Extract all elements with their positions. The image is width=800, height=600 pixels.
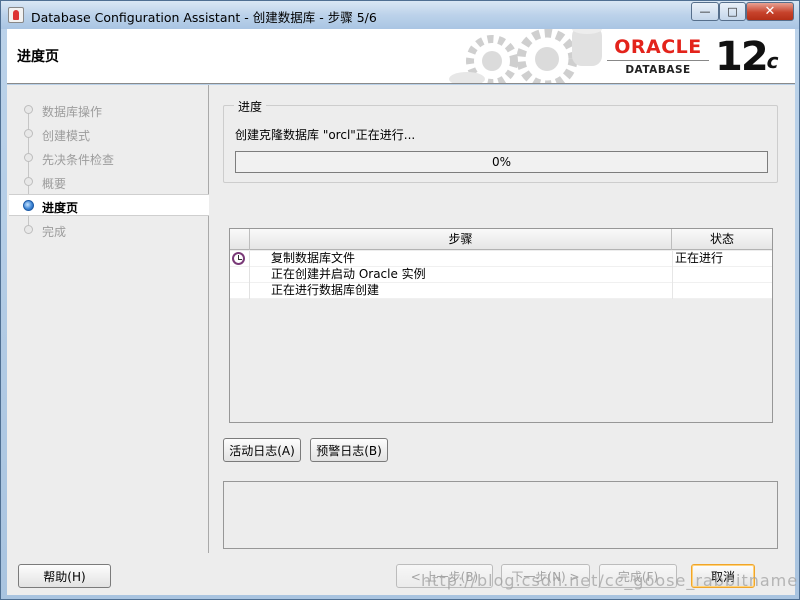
close-icon: ✕	[764, 4, 776, 19]
progress-percent: 0%	[491, 155, 512, 169]
version-suffix: c	[766, 49, 779, 73]
cancel-button[interactable]: 取消	[691, 564, 755, 588]
dbca-window: Database Configuration Assistant - 创建数据库…	[0, 0, 800, 600]
step-cell: 正在进行数据库创建	[271, 283, 380, 297]
table-row[interactable]: 正在进行数据库创建	[230, 283, 772, 299]
oracle-logo-subtext: DATABASE	[607, 60, 709, 76]
close-button[interactable]: ✕	[746, 2, 794, 21]
gears-decoration-icon	[449, 29, 602, 83]
main-content: 数据库操作 创建模式 先决条件检查 概要 进度页 完成 进度 创建克隆数据库 "…	[7, 85, 795, 595]
oracle-logo-text: ORACLE	[614, 36, 702, 58]
sidebar-item-finish[interactable]: 完成	[9, 219, 209, 241]
back-button[interactable]: < 上一步(B)	[396, 564, 493, 588]
row-icon-cell	[230, 283, 250, 299]
maximize-button[interactable]: □	[719, 2, 746, 21]
step-indicator-icon	[24, 225, 33, 234]
sidebar-item-summary[interactable]: 概要	[9, 171, 209, 193]
step-cell: 复制数据库文件	[271, 251, 356, 265]
oracle-logo: ORACLE DATABASE	[607, 37, 709, 76]
sidebar-item-prerequisite-checks[interactable]: 先决条件检查	[9, 147, 209, 169]
table-header: 步骤 状态	[230, 229, 772, 250]
clock-icon	[232, 252, 245, 265]
wizard-steps-sidebar: 数据库操作 创建模式 先决条件检查 概要 进度页 完成	[9, 85, 209, 553]
column-header-step[interactable]: 步骤	[250, 229, 672, 250]
version-badge: 12c	[715, 33, 779, 81]
sidebar-item-database-operation[interactable]: 数据库操作	[9, 99, 209, 121]
row-icon-cell	[230, 251, 250, 267]
sidebar-item-label: 创建模式	[42, 129, 91, 143]
table-row[interactable]: 复制数据库文件 正在进行	[230, 251, 772, 267]
sidebar-item-progress-page[interactable]: 进度页	[9, 194, 209, 216]
sidebar-item-label: 概要	[42, 177, 67, 191]
progress-bar: 0%	[235, 151, 768, 173]
step-indicator-icon	[24, 129, 33, 138]
title-bar[interactable]: Database Configuration Assistant - 创建数据库…	[1, 1, 799, 29]
sidebar-item-label: 数据库操作	[42, 105, 103, 119]
sidebar-item-label: 进度页	[42, 201, 79, 215]
step-indicator-icon	[24, 105, 33, 114]
minimize-button[interactable]: —	[691, 2, 719, 21]
status-cell: 正在进行	[672, 251, 772, 267]
progress-group: 进度 创建克隆数据库 "orcl"正在进行... 0%	[223, 98, 778, 183]
activity-log-button[interactable]: 活动日志(A)	[223, 438, 301, 462]
window-title: Database Configuration Assistant - 创建数据库…	[31, 10, 377, 25]
sidebar-item-label: 先决条件检查	[42, 153, 115, 167]
next-button[interactable]: 下一步(N) >	[501, 564, 590, 588]
page-title: 进度页	[17, 49, 59, 65]
maximize-icon: □	[727, 5, 738, 18]
table-row[interactable]: 正在创建并启动 Oracle 实例	[230, 267, 772, 283]
java-app-icon	[8, 7, 24, 23]
step-indicator-icon	[24, 177, 33, 186]
finish-button[interactable]: 完成(F)	[599, 564, 677, 588]
steps-table: 步骤 状态 复制数据库文件 正在进行 正在创建并启动 Oracle 实例 正在进…	[229, 228, 773, 423]
minimize-icon: —	[699, 5, 711, 18]
sidebar-item-label: 完成	[42, 225, 67, 239]
alert-log-button[interactable]: 预警日志(B)	[310, 438, 388, 462]
column-header-icon[interactable]	[230, 229, 250, 250]
active-step-indicator-icon	[23, 200, 34, 211]
progress-message: 创建克隆数据库 "orcl"正在进行...	[235, 128, 416, 142]
details-panel	[223, 481, 778, 549]
status-cell	[672, 267, 772, 283]
header-banner: 进度页 ORACLE DATABASE 12c	[7, 29, 795, 84]
version-number: 12	[715, 34, 769, 80]
row-icon-cell	[230, 267, 250, 283]
help-button[interactable]: 帮助(H)	[18, 564, 111, 588]
step-cell: 正在创建并启动 Oracle 实例	[271, 267, 426, 281]
step-indicator-icon	[24, 153, 33, 162]
progress-group-label: 进度	[234, 98, 267, 115]
status-cell	[672, 283, 772, 299]
sidebar-item-creation-mode[interactable]: 创建模式	[9, 123, 209, 145]
column-header-status[interactable]: 状态	[672, 229, 772, 250]
